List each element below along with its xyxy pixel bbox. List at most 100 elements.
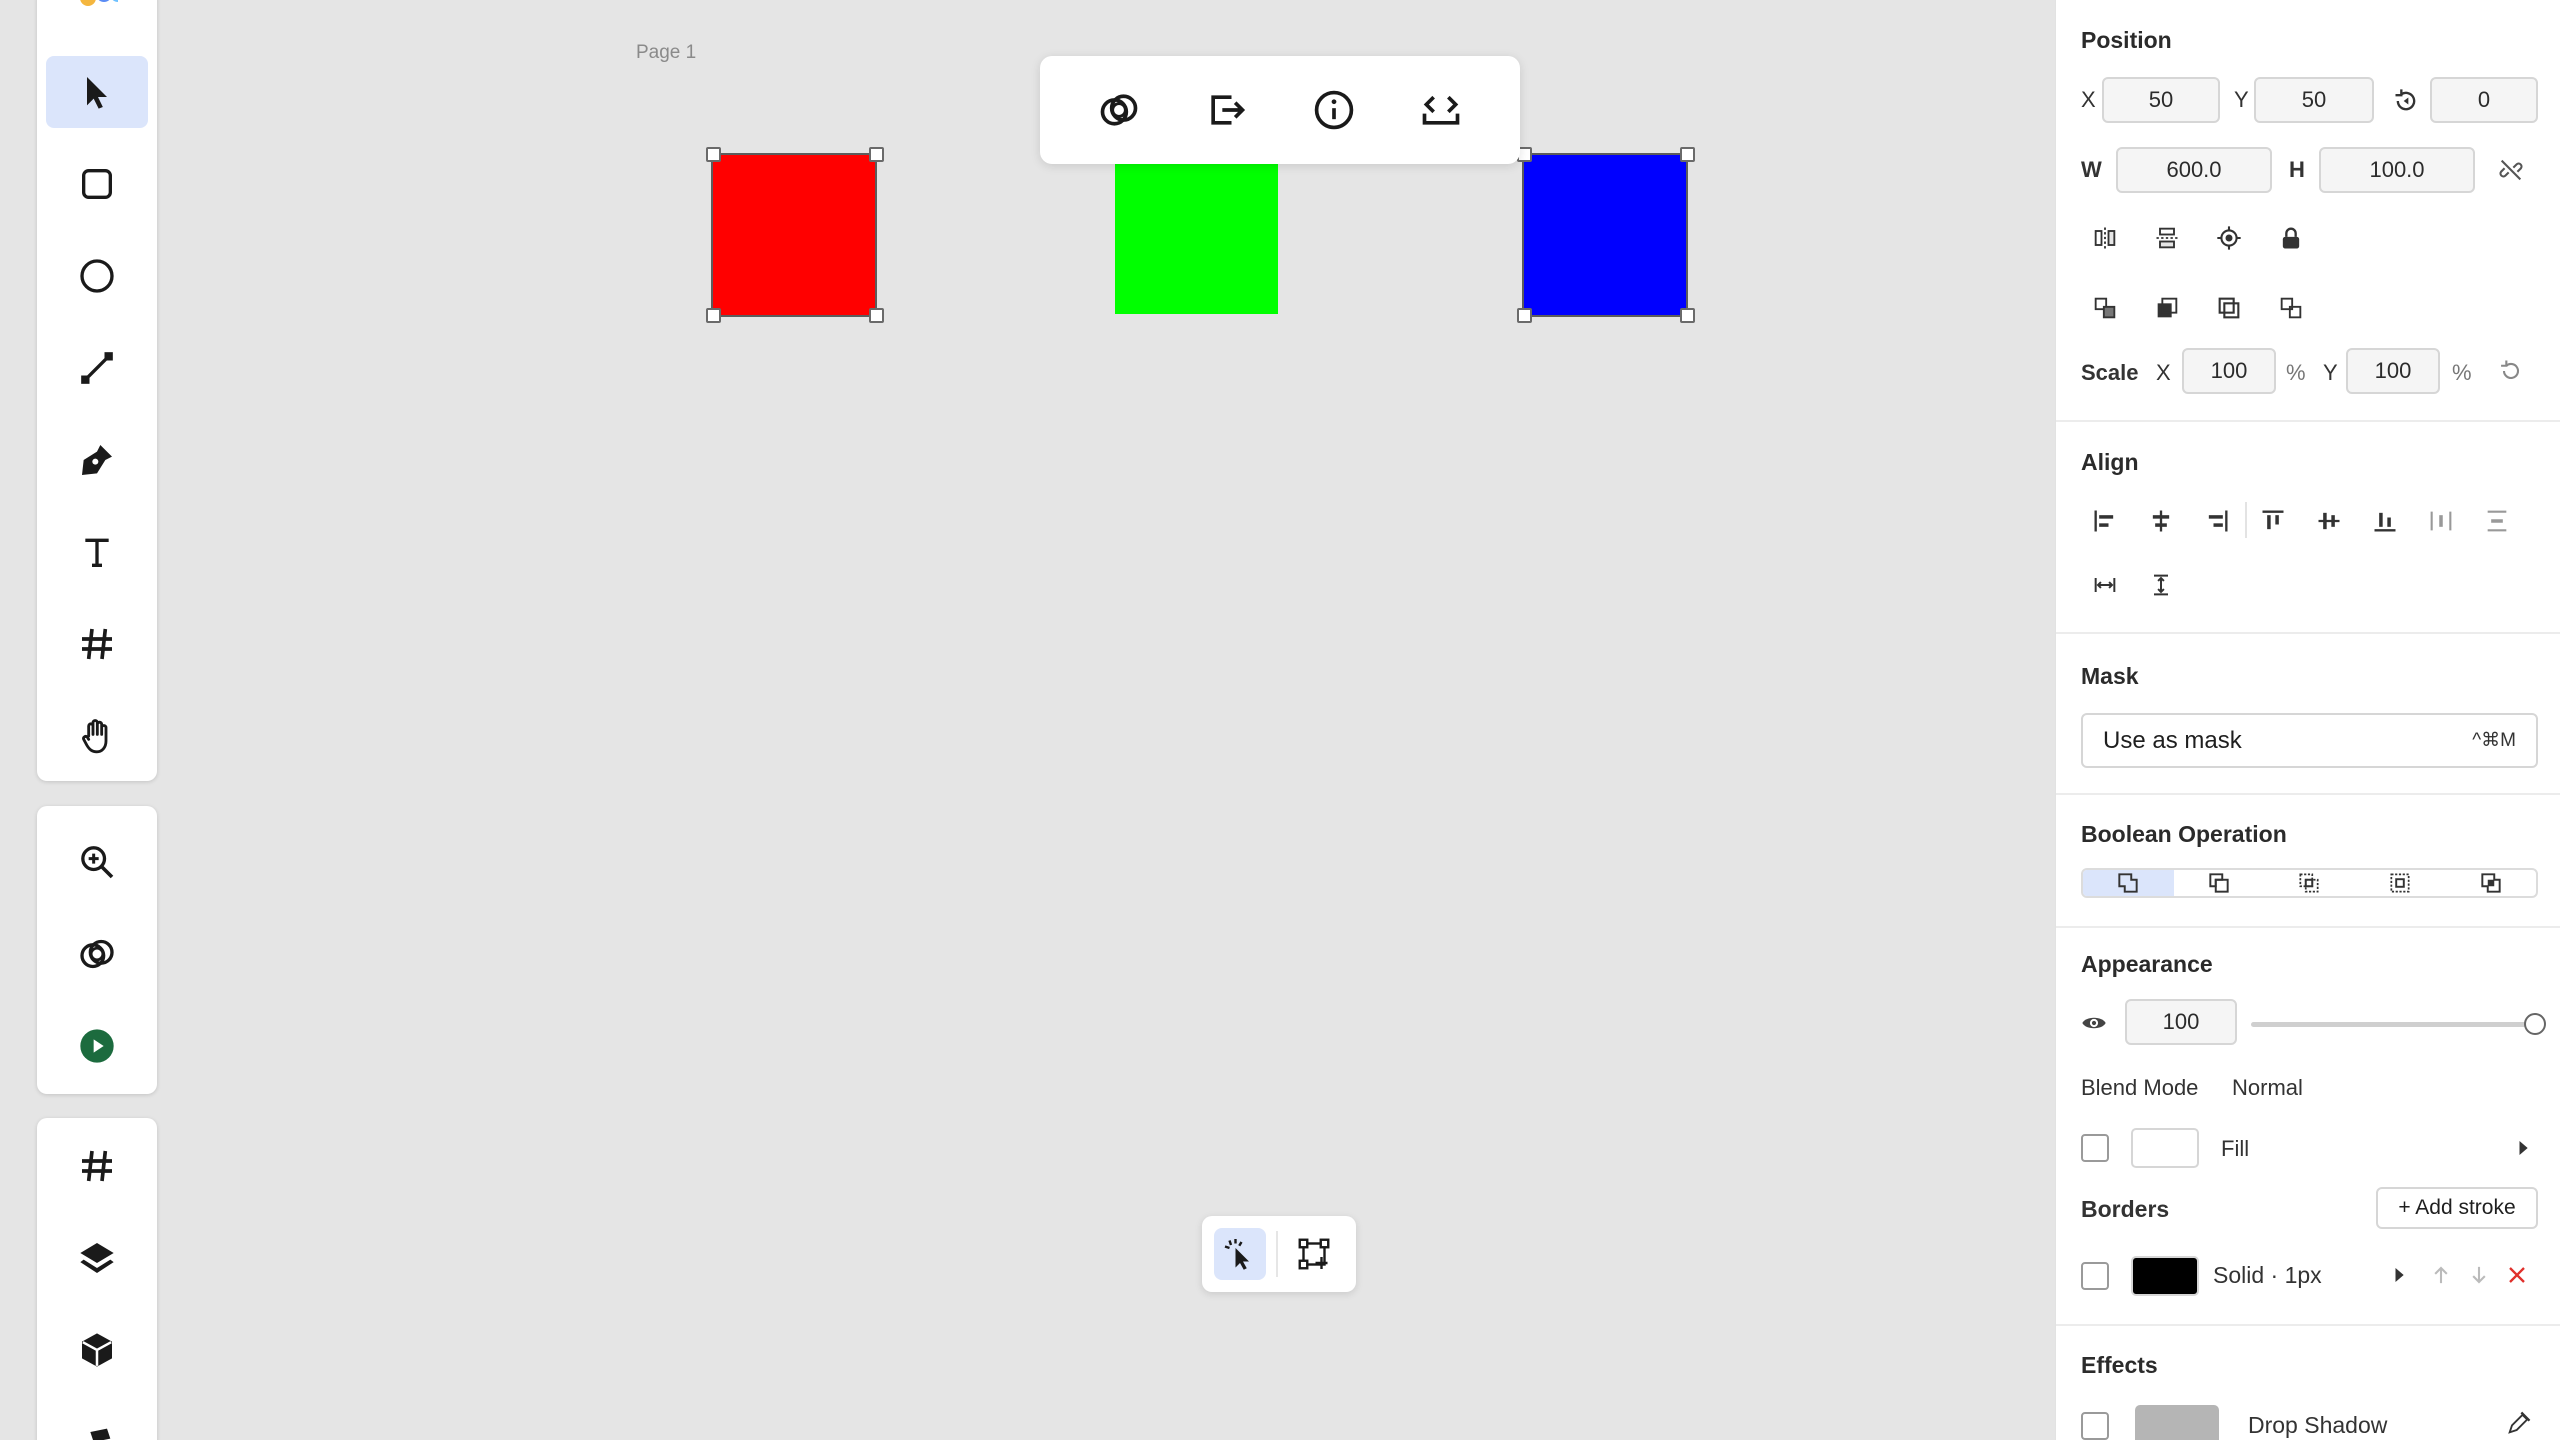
eyedropper-icon[interactable] xyxy=(2504,1408,2534,1438)
effect-checkbox[interactable] xyxy=(2081,1412,2109,1440)
move-up-icon[interactable] xyxy=(2426,1260,2456,1290)
scale-y-input[interactable]: 100 xyxy=(2346,348,2440,394)
space-vertical-icon[interactable] xyxy=(2146,570,2176,600)
distribute-horizontal-icon[interactable] xyxy=(2426,506,2456,536)
y-input[interactable]: 50 xyxy=(2254,77,2374,123)
align-top-icon[interactable] xyxy=(2258,506,2288,536)
section-divider xyxy=(2056,926,2560,928)
info-icon xyxy=(1314,90,1353,130)
effect-color-swatch[interactable] xyxy=(2135,1405,2219,1440)
section-divider xyxy=(2056,420,2560,422)
height-input[interactable]: 100.0 xyxy=(2319,147,2475,193)
align-bottom-icon[interactable] xyxy=(2370,506,2400,536)
toolbar-divider xyxy=(1276,1231,1278,1277)
eye-icon[interactable] xyxy=(2079,1008,2109,1038)
export-icon xyxy=(1211,95,1246,125)
resize-handle[interactable] xyxy=(1680,147,1695,162)
boolean-tool[interactable] xyxy=(46,918,148,990)
frame-tool[interactable] xyxy=(46,608,148,680)
red-rectangle[interactable] xyxy=(711,153,877,317)
union-button[interactable] xyxy=(2083,870,2174,896)
line-tool[interactable] xyxy=(46,332,148,404)
move-down-icon[interactable] xyxy=(2464,1260,2494,1290)
blue-rectangle[interactable] xyxy=(1522,153,1688,317)
select-tool[interactable] xyxy=(46,56,148,128)
text-tool[interactable] xyxy=(46,516,148,588)
tools-toolbar xyxy=(37,0,157,781)
send-backward-icon[interactable] xyxy=(2276,293,2306,323)
code-icon xyxy=(1422,95,1460,125)
exclude-button[interactable] xyxy=(2355,870,2446,896)
green-rectangle[interactable] xyxy=(1115,155,1278,314)
align-center-horizontal-icon[interactable] xyxy=(2146,506,2176,536)
delete-stroke-icon[interactable] xyxy=(2502,1260,2532,1290)
flip-horizontal-icon[interactable] xyxy=(2090,223,2120,253)
fill-expand-icon[interactable] xyxy=(2508,1133,2538,1163)
resize-handle[interactable] xyxy=(869,147,884,162)
fill-checkbox[interactable] xyxy=(2081,1134,2109,1162)
layers-panel-button[interactable] xyxy=(46,1222,148,1294)
intersect-button[interactable] xyxy=(2264,870,2355,896)
fill-label: Fill xyxy=(2221,1136,2250,1161)
bring-to-front-icon[interactable] xyxy=(2152,293,2182,323)
info-button[interactable] xyxy=(1299,75,1369,145)
ellipse-tool[interactable] xyxy=(46,240,148,312)
rectangle-tool[interactable] xyxy=(46,148,148,220)
subtract-button[interactable] xyxy=(2174,870,2265,896)
align-center-vertical-icon[interactable] xyxy=(2314,506,2344,536)
stroke-color-swatch[interactable] xyxy=(2131,1256,2199,1296)
align-left-icon[interactable] xyxy=(2090,506,2120,536)
distribute-vertical-icon[interactable] xyxy=(2482,506,2512,536)
zoom-tool[interactable] xyxy=(46,826,148,898)
resize-handle[interactable] xyxy=(706,147,721,162)
more-panel-button[interactable] xyxy=(46,1406,148,1440)
resize-handle[interactable] xyxy=(1517,308,1532,323)
align-divider xyxy=(2245,502,2247,538)
smart-select-icon xyxy=(1224,1239,1249,1270)
space-horizontal-icon[interactable] xyxy=(2090,570,2120,600)
stroke-expand-icon[interactable] xyxy=(2384,1260,2414,1290)
use-as-mask-button[interactable]: Use as mask ^⌘M xyxy=(2081,713,2538,768)
align-right-icon[interactable] xyxy=(2202,506,2232,536)
opacity-slider-track[interactable] xyxy=(2251,1022,2526,1027)
scale-y-label: Y xyxy=(2323,360,2338,385)
resize-handle[interactable] xyxy=(869,308,884,323)
rotation-input[interactable]: 0 xyxy=(2430,77,2538,123)
play-button[interactable] xyxy=(46,1010,148,1082)
pen-tool[interactable] xyxy=(46,424,148,496)
mask-title: Mask xyxy=(2081,663,2139,689)
flip-vertical-icon[interactable] xyxy=(2152,223,2182,253)
target-icon[interactable] xyxy=(2214,223,2244,253)
effect-label: Drop Shadow xyxy=(2248,1412,2388,1438)
frames-panel-button[interactable] xyxy=(46,1130,148,1202)
lock-icon[interactable] xyxy=(2276,223,2306,253)
bring-forward-icon[interactable] xyxy=(2090,293,2120,323)
resize-handle[interactable] xyxy=(1680,308,1695,323)
hand-tool[interactable] xyxy=(46,700,148,772)
stroke-label: Solid · 1px xyxy=(2213,1262,2322,1288)
code-button[interactable] xyxy=(1406,75,1476,145)
width-input[interactable]: 600.0 xyxy=(2116,147,2272,193)
transform-button[interactable] xyxy=(1288,1228,1340,1280)
x-input[interactable]: 50 xyxy=(2102,77,2220,123)
unlink-icon[interactable] xyxy=(2496,155,2526,185)
send-to-back-icon[interactable] xyxy=(2214,293,2244,323)
border-checkbox[interactable] xyxy=(2081,1262,2109,1290)
add-stroke-button[interactable]: + Add stroke xyxy=(2376,1187,2538,1229)
flatten-button[interactable] xyxy=(2445,870,2536,896)
section-divider xyxy=(2056,632,2560,634)
blend-mode-select[interactable]: Normal xyxy=(2232,1075,2303,1101)
opacity-slider-thumb[interactable] xyxy=(2524,1013,2546,1035)
exclude-icon xyxy=(2390,873,2410,893)
resize-handle[interactable] xyxy=(706,308,721,323)
subtract-icon xyxy=(2209,873,2229,893)
boolean-button[interactable] xyxy=(1084,75,1154,145)
boolean-icon xyxy=(1100,94,1138,126)
assets-panel-button[interactable] xyxy=(46,1314,148,1386)
smart-select-button[interactable] xyxy=(1214,1228,1266,1280)
scale-x-input[interactable]: 100 xyxy=(2182,348,2276,394)
reset-scale-icon[interactable] xyxy=(2496,356,2526,386)
export-button[interactable] xyxy=(1191,75,1261,145)
fill-color-swatch[interactable] xyxy=(2131,1128,2199,1168)
opacity-input[interactable]: 100 xyxy=(2125,999,2237,1045)
